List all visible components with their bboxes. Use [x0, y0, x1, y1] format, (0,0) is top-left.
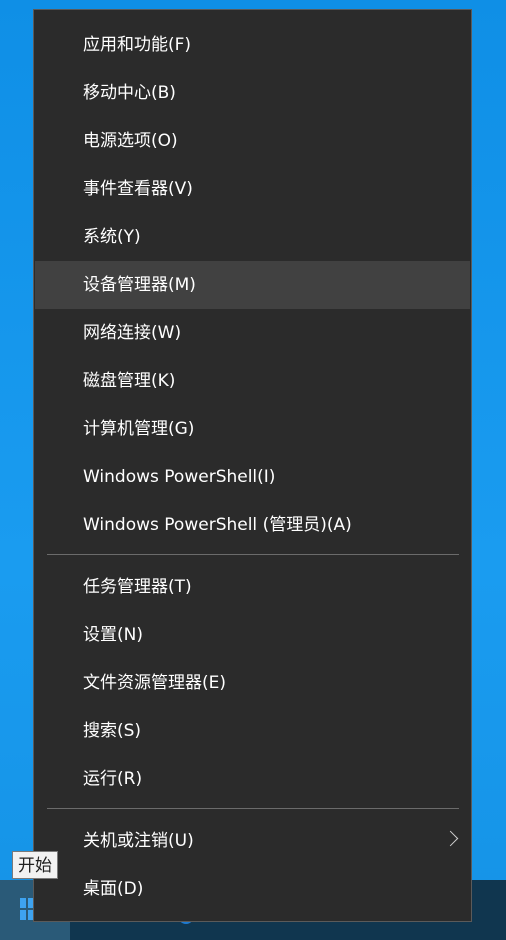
menu-item-label: 事件查看器(V)	[83, 179, 193, 199]
chevron-right-icon	[442, 830, 459, 847]
menu-item-powershell[interactable]: Windows PowerShell(I)	[35, 453, 470, 501]
menu-item-label: 电源选项(O)	[83, 131, 178, 151]
menu-item-shutdown-signout[interactable]: 关机或注销(U)	[35, 817, 470, 865]
start-tooltip: 开始	[12, 851, 58, 879]
menu-item-device-manager[interactable]: 设备管理器(M)	[35, 261, 470, 309]
menu-item-run[interactable]: 运行(R)	[35, 755, 470, 803]
menu-separator	[47, 554, 459, 555]
menu-item-label: 任务管理器(T)	[83, 577, 192, 597]
menu-item-label: 文件资源管理器(E)	[83, 673, 227, 693]
menu-item-network-connections[interactable]: 网络连接(W)	[35, 309, 470, 357]
menu-item-label: 设置(N)	[83, 625, 143, 645]
menu-item-label: Windows PowerShell (管理员)(A)	[83, 515, 352, 535]
menu-item-label: 应用和功能(F)	[83, 35, 192, 55]
menu-item-desktop[interactable]: 桌面(D)	[35, 865, 470, 913]
menu-item-apps-features[interactable]: 应用和功能(F)	[35, 21, 470, 69]
menu-item-label: 桌面(D)	[83, 879, 144, 899]
menu-item-system[interactable]: 系统(Y)	[35, 213, 470, 261]
menu-item-label: 计算机管理(G)	[83, 419, 195, 439]
menu-separator	[47, 808, 459, 809]
menu-item-label: 磁盘管理(K)	[83, 371, 176, 391]
menu-item-label: 网络连接(W)	[83, 323, 182, 343]
menu-item-event-viewer[interactable]: 事件查看器(V)	[35, 165, 470, 213]
winx-context-menu: 应用和功能(F) 移动中心(B) 电源选项(O) 事件查看器(V) 系统(Y) …	[33, 9, 472, 922]
menu-item-powershell-admin[interactable]: Windows PowerShell (管理员)(A)	[35, 501, 470, 549]
menu-item-label: 运行(R)	[83, 769, 143, 789]
menu-item-disk-management[interactable]: 磁盘管理(K)	[35, 357, 470, 405]
menu-item-task-manager[interactable]: 任务管理器(T)	[35, 563, 470, 611]
menu-item-file-explorer[interactable]: 文件资源管理器(E)	[35, 659, 470, 707]
menu-item-search[interactable]: 搜索(S)	[35, 707, 470, 755]
menu-item-label: Windows PowerShell(I)	[83, 467, 276, 487]
menu-item-label: 系统(Y)	[83, 227, 141, 247]
menu-item-settings[interactable]: 设置(N)	[35, 611, 470, 659]
menu-item-label: 搜索(S)	[83, 721, 142, 741]
menu-item-label: 关机或注销(U)	[83, 831, 194, 851]
menu-item-power-options[interactable]: 电源选项(O)	[35, 117, 470, 165]
menu-item-mobility-center[interactable]: 移动中心(B)	[35, 69, 470, 117]
menu-item-computer-management[interactable]: 计算机管理(G)	[35, 405, 470, 453]
menu-item-label: 设备管理器(M)	[83, 275, 196, 295]
menu-item-label: 移动中心(B)	[83, 83, 176, 103]
windows-logo-icon	[20, 898, 34, 922]
